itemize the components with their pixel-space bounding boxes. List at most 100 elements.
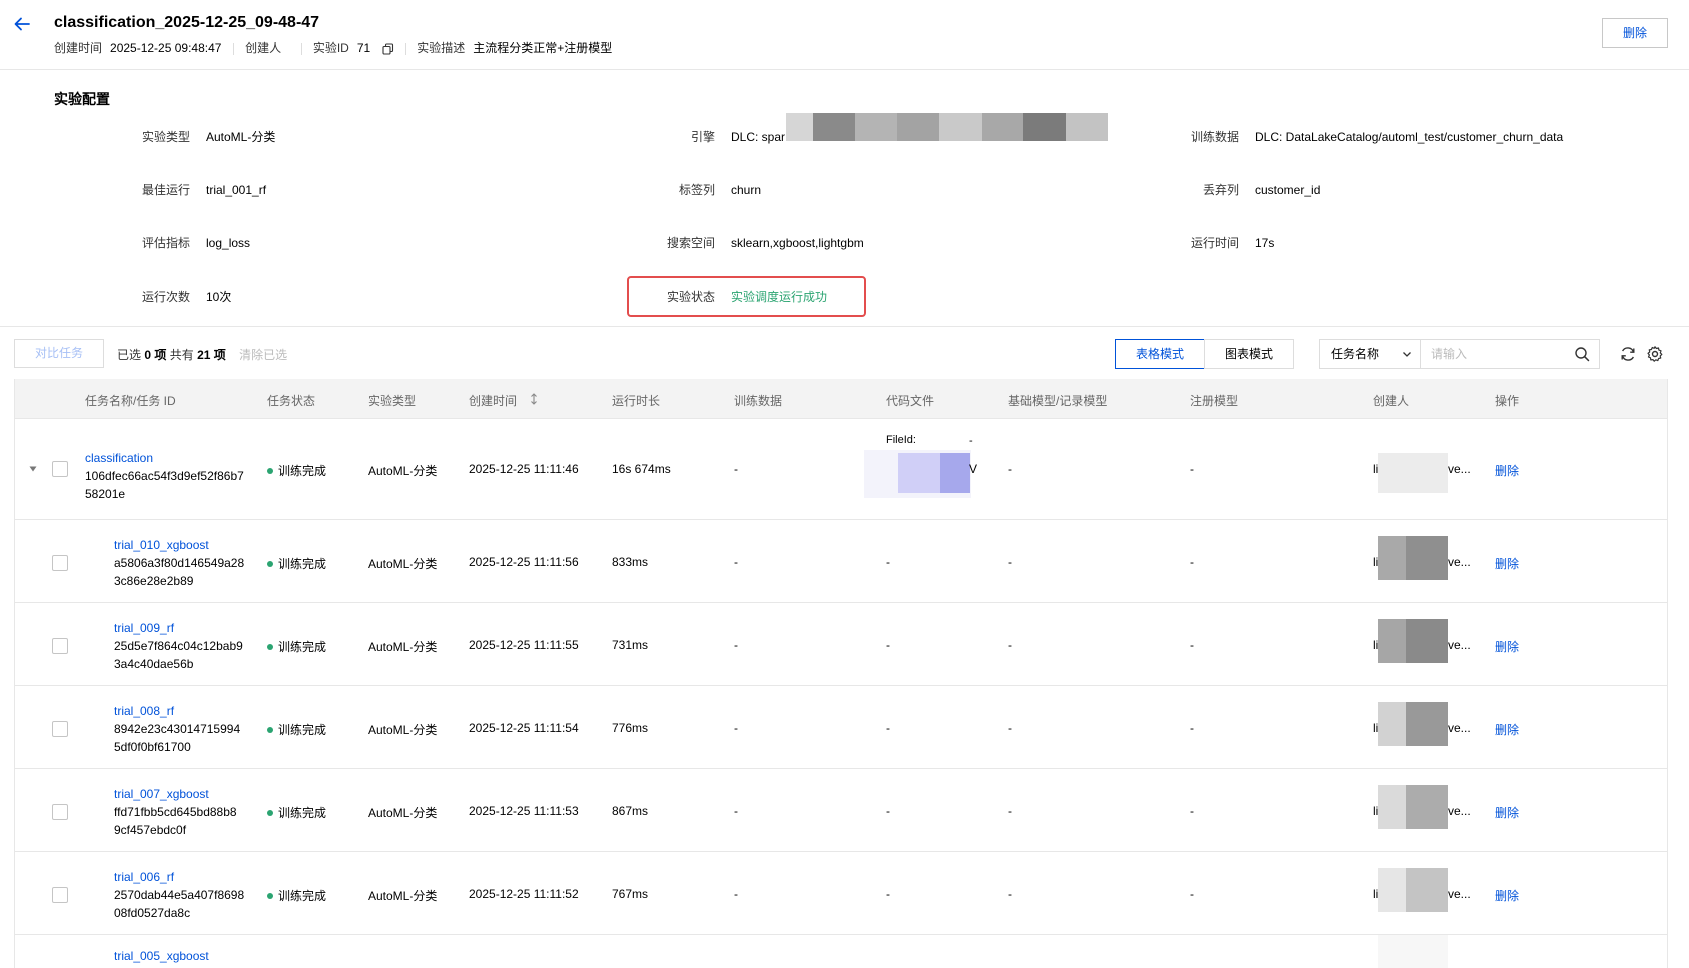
task-code-file: -: [886, 638, 890, 652]
sort-icon[interactable]: [529, 392, 539, 406]
task-created: 2025-12-25 11:11:53: [469, 804, 579, 818]
config-exp-type: 实验类型 AutoML-分类: [120, 128, 275, 145]
task-name-link[interactable]: trial_006_rf: [114, 868, 244, 886]
task-duration: 867ms: [612, 804, 649, 818]
total-prefix: 共有: [169, 348, 194, 362]
col-header-duration: 运行时长: [612, 394, 661, 408]
redacted-code-file: [864, 450, 971, 498]
compare-tasks-button[interactable]: 对比任务: [14, 339, 104, 368]
gear-icon[interactable]: [1646, 345, 1664, 363]
config-key: 评估指标: [141, 236, 190, 250]
row-checkbox[interactable]: [52, 461, 68, 477]
task-base-model: -: [1008, 638, 1012, 652]
refresh-icon[interactable]: [1619, 345, 1637, 363]
config-key: 标签列: [678, 183, 715, 197]
clear-selection-link[interactable]: 清除已选: [239, 348, 287, 362]
table-mode-button[interactable]: 表格模式: [1115, 339, 1205, 369]
selected-prefix: 已选: [117, 348, 142, 362]
status-dot: [267, 892, 273, 899]
table-row: trial_006_rf 2570dab44e5a407f8698 08fd05…: [15, 852, 1667, 935]
back-arrow-icon[interactable]: [12, 14, 32, 34]
status-dot: [267, 809, 273, 816]
task-name-cell: trial_006_rf 2570dab44e5a407f8698 08fd05…: [114, 868, 244, 922]
creator-tail: ve...: [1448, 555, 1471, 569]
task-name-link[interactable]: trial_007_xgboost: [114, 785, 237, 803]
config-value: 17s: [1255, 236, 1275, 250]
task-id: 8942e23c43014715994: [114, 722, 241, 736]
task-duration: 731ms: [612, 638, 649, 652]
status-dot: [267, 467, 273, 474]
config-key: 丢弃列: [1202, 183, 1239, 197]
table-row: trial_008_rf 8942e23c43014715994 5df0f0b…: [15, 686, 1667, 769]
redacted-creator: [1378, 453, 1448, 493]
redacted-creator: [1378, 935, 1448, 968]
redacted-engine-detail: [786, 113, 1108, 141]
task-reg-model: -: [1190, 555, 1194, 569]
experiment-id-value: 71: [356, 41, 371, 55]
search-input[interactable]: [1420, 339, 1600, 369]
task-name-link[interactable]: trial_005_xgboost: [114, 947, 209, 965]
task-reg-model: -: [1190, 804, 1194, 818]
task-status: 训练完成: [267, 721, 326, 738]
task-name-link[interactable]: trial_009_rf: [114, 619, 243, 637]
delete-task-link[interactable]: 删除: [1495, 462, 1519, 479]
config-value: churn: [731, 183, 762, 197]
task-type: AutoML-分类: [368, 723, 438, 737]
chevron-down-icon: [1403, 352, 1411, 357]
delete-task-link[interactable]: 删除: [1495, 804, 1519, 821]
col-header-actions: 操作: [1495, 394, 1520, 408]
experiment-status-value: 实验调度运行成功: [731, 290, 828, 304]
copy-icon[interactable]: [382, 43, 394, 55]
section-divider: [0, 326, 1689, 327]
row-checkbox[interactable]: [52, 638, 68, 654]
expand-caret-icon[interactable]: [28, 464, 38, 474]
page-header: classification_2025-12-25_09-48-47 创建时间 2…: [0, 0, 1689, 70]
delete-task-link[interactable]: 删除: [1495, 887, 1519, 904]
task-id: 2570dab44e5a407f8698: [114, 888, 245, 902]
divider: [300, 42, 302, 55]
task-code-file: -: [886, 555, 890, 569]
status-text: 训练完成: [278, 640, 327, 654]
config-key: 引擎: [690, 130, 715, 144]
col-header-train-data: 训练数据: [734, 394, 783, 408]
config-search-space: 搜索空间 sklearn,xgboost,lightgbm: [645, 234, 864, 251]
col-header-reg-model: 注册模型: [1190, 394, 1239, 408]
task-duration: 767ms: [612, 887, 649, 901]
task-name-link[interactable]: trial_010_xgboost: [114, 536, 244, 554]
created-time-value: 2025-12-25 09:48:47: [110, 41, 222, 55]
row-checkbox[interactable]: [52, 721, 68, 737]
task-id: 3c86e28e2b89: [114, 574, 194, 588]
delete-experiment-button[interactable]: 删除: [1602, 18, 1668, 48]
task-code-file: -: [886, 804, 890, 818]
total-count: 21 项: [197, 348, 226, 362]
task-name-link[interactable]: trial_008_rf: [114, 702, 240, 720]
config-value: DLC: spar: [731, 130, 786, 144]
row-checkbox[interactable]: [52, 555, 68, 571]
task-type: AutoML-分类: [368, 557, 438, 571]
search-field-select[interactable]: 任务名称: [1319, 339, 1421, 369]
config-drop-col: 丢弃列 customer_id: [1169, 181, 1320, 198]
config-value: log_loss: [206, 236, 251, 250]
col-header-created[interactable]: 创建时间: [469, 392, 517, 409]
best-run-link[interactable]: trial_001_rf: [206, 183, 266, 197]
task-code-file: -: [886, 721, 890, 735]
config-engine: 引擎 DLC: spar: [645, 128, 785, 145]
code-file-link[interactable]: FileId:: [886, 434, 916, 446]
task-reg-model: -: [1190, 462, 1194, 476]
chart-mode-button[interactable]: 图表模式: [1204, 339, 1294, 369]
task-status: 训练完成: [267, 804, 326, 821]
delete-task-link[interactable]: 删除: [1495, 638, 1519, 655]
creator-label: 创建人: [245, 41, 282, 55]
config-key: 实验类型: [141, 130, 190, 144]
delete-task-link[interactable]: 删除: [1495, 555, 1519, 572]
row-checkbox[interactable]: [52, 804, 68, 820]
search-icon[interactable]: [1574, 346, 1590, 362]
row-checkbox[interactable]: [52, 887, 68, 903]
status-dot: [267, 560, 273, 567]
task-base-model: -: [1008, 462, 1012, 476]
task-name-link[interactable]: classification: [85, 449, 244, 467]
delete-task-link[interactable]: 删除: [1495, 721, 1519, 738]
config-key: 运行时间: [1190, 236, 1239, 250]
task-reg-model: -: [1190, 887, 1194, 901]
task-name-cell: trial_010_xgboost a5806a3f80d146549a28 3…: [114, 536, 244, 590]
